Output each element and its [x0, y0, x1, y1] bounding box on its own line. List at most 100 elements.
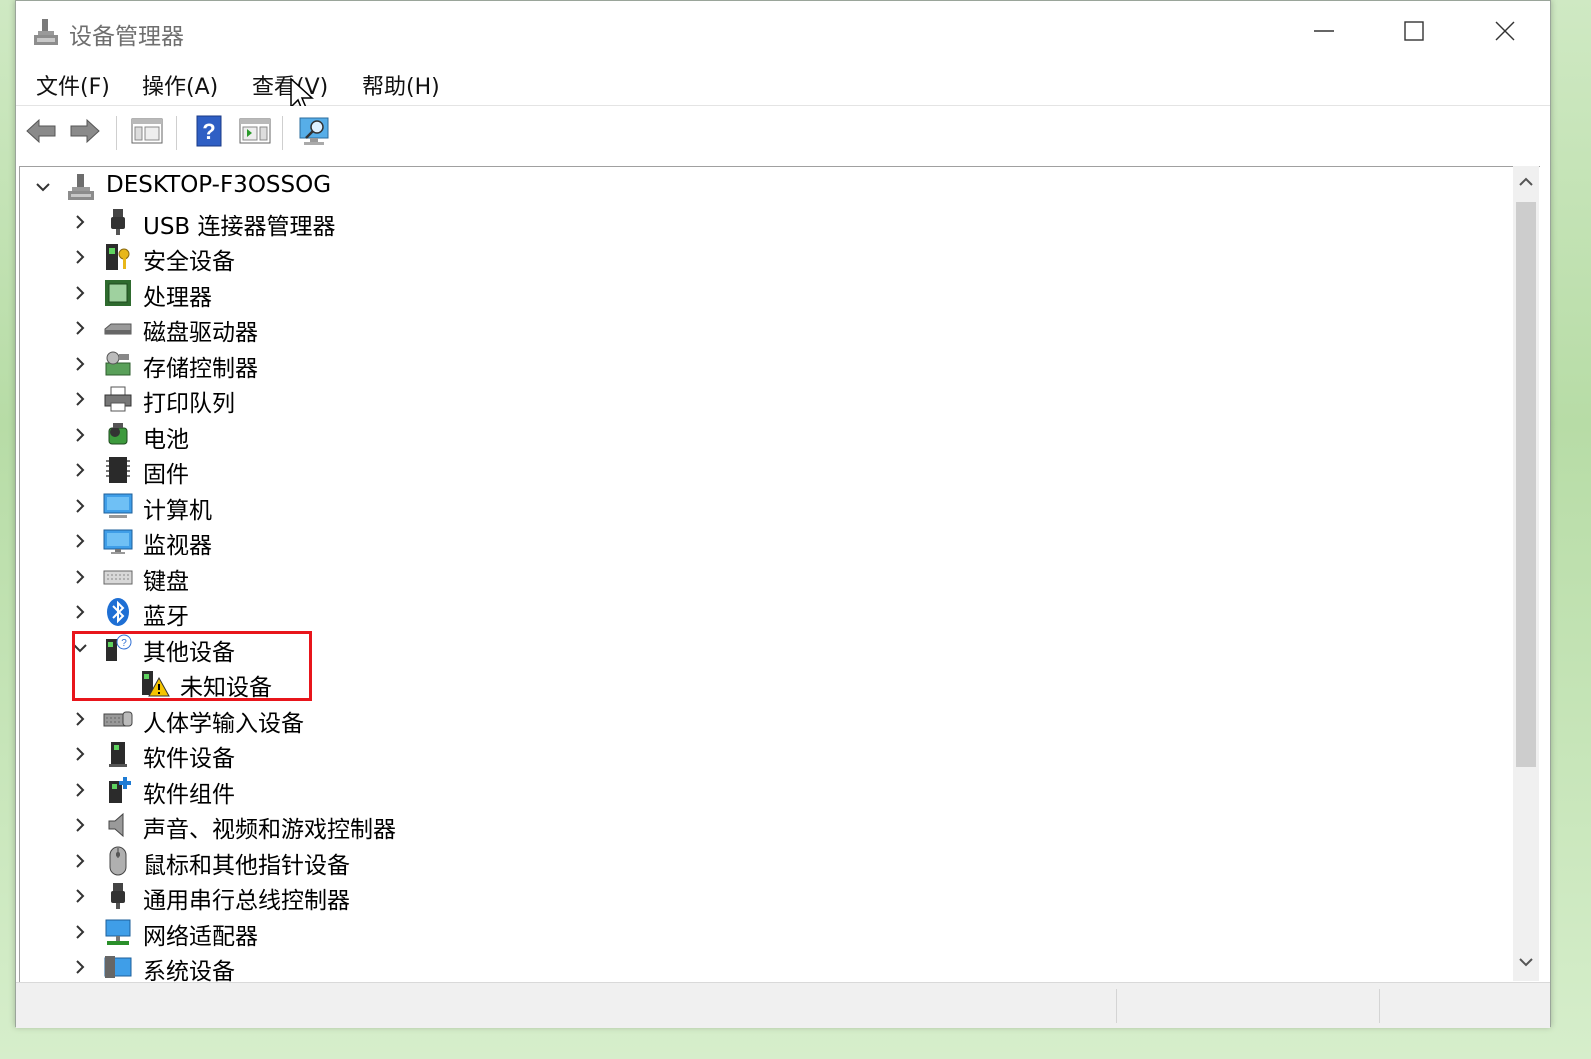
tree-node-hid[interactable]: 人体学输入设备 [20, 702, 820, 737]
mouse-icon [109, 846, 127, 876]
chevron-right-icon[interactable] [72, 214, 88, 230]
chevron-right-icon[interactable] [72, 746, 88, 762]
tree-node-disk-drives[interactable]: 磁盘驱动器 [20, 311, 820, 346]
title-bar[interactable]: 设备管理器 [16, 1, 1550, 63]
vertical-scrollbar[interactable] [1513, 166, 1539, 981]
tree-root-node[interactable]: DESKTOP-F3OSSOG [20, 170, 820, 204]
device-tree[interactable]: DESKTOP-F3OSSOG USB 连接器管理器 安全设备 处理器 磁盘驱动… [19, 166, 1540, 982]
tree-node-label: USB 连接器管理器 [143, 214, 336, 240]
keyboard-icon [103, 570, 133, 585]
software-component-icon [109, 777, 131, 803]
toolbar-separator [282, 116, 283, 150]
chevron-down-icon[interactable] [35, 179, 51, 195]
tree-node-storage-controllers[interactable]: 存储控制器 [20, 347, 820, 382]
tree-root-label: DESKTOP-F3OSSOG [106, 172, 332, 198]
chevron-right-icon[interactable] [72, 249, 88, 265]
menu-action[interactable]: 操作(A) [142, 69, 218, 101]
tree-node-usb-controllers[interactable]: 通用串行总线控制器 [20, 879, 820, 914]
maximize-button[interactable] [1384, 9, 1444, 53]
toolbar: ? [16, 106, 1550, 154]
tree-node-firmware[interactable]: 固件 [20, 453, 820, 488]
tree-node-bluetooth[interactable]: 蓝牙 [20, 595, 820, 630]
scroll-down-icon[interactable] [1518, 956, 1534, 968]
scan-hardware-button[interactable] [298, 114, 332, 148]
device-manager-window: 设备管理器 文件(F) 操作(A) 查看(V) 帮助(H) ? DESKTOP-… [15, 0, 1551, 1028]
chevron-right-icon[interactable] [72, 391, 88, 407]
close-button[interactable] [1475, 9, 1535, 53]
toolbar-separator [116, 116, 117, 150]
chevron-right-icon[interactable] [72, 285, 88, 301]
show-hide-console-tree-button[interactable] [130, 114, 164, 148]
back-icon [26, 118, 56, 144]
chevron-right-icon[interactable] [72, 498, 88, 514]
tree-node-usb-connector[interactable]: USB 连接器管理器 [20, 205, 820, 240]
chevron-right-icon[interactable] [72, 356, 88, 372]
chevron-right-icon[interactable] [72, 569, 88, 585]
usb-controller-icon [111, 883, 125, 909]
chevron-right-icon[interactable] [72, 462, 88, 478]
tree-node-monitors[interactable]: 监视器 [20, 524, 820, 559]
chevron-right-icon[interactable] [72, 604, 88, 620]
minimize-button[interactable] [1294, 9, 1354, 53]
tree-node-label: 处理器 [143, 285, 212, 311]
scrollbar-thumb[interactable] [1516, 202, 1536, 767]
chevron-right-icon[interactable] [72, 533, 88, 549]
tree-node-label: 键盘 [143, 569, 189, 595]
tree-node-print-queues[interactable]: 打印队列 [20, 382, 820, 417]
back-button[interactable] [24, 114, 58, 148]
tree-node-label: 存储控制器 [143, 356, 258, 382]
tree-node-label: 人体学输入设备 [143, 711, 304, 737]
tree-node-label: 软件设备 [143, 746, 235, 772]
forward-button[interactable] [68, 114, 102, 148]
tree-node-label: 监视器 [143, 533, 212, 559]
chevron-right-icon[interactable] [72, 959, 88, 975]
tree-node-label: 网络适配器 [143, 924, 258, 950]
tree-node-label: 安全设备 [143, 249, 235, 275]
chevron-right-icon[interactable] [72, 888, 88, 904]
tree-node-software-components[interactable]: 软件组件 [20, 773, 820, 808]
tree-node-sound-video-game[interactable]: 声音、视频和游戏控制器 [20, 808, 820, 843]
chevron-right-icon[interactable] [72, 817, 88, 833]
tree-node-processors[interactable]: 处理器 [20, 276, 820, 311]
menu-bar: 文件(F) 操作(A) 查看(V) 帮助(H) [16, 63, 1550, 114]
tree-node-label: 打印队列 [143, 391, 235, 417]
tree-node-network-adapters[interactable]: 网络适配器 [20, 915, 820, 950]
chevron-right-icon[interactable] [72, 924, 88, 940]
tree-node-computer[interactable]: 计算机 [20, 489, 820, 524]
minimize-icon [1314, 30, 1334, 32]
tree-node-label: 计算机 [143, 498, 212, 524]
computer-root-icon [68, 174, 94, 200]
battery-icon [108, 423, 128, 445]
tree-node-mice[interactable]: 鼠标和其他指针设备 [20, 844, 820, 879]
toolbar-separator [176, 116, 177, 150]
help-button[interactable]: ? [192, 114, 226, 148]
device-manager-app-icon [34, 19, 58, 45]
tree-node-security-devices[interactable]: 安全设备 [20, 240, 820, 275]
firmware-icon [106, 457, 130, 483]
scan-hardware-icon [299, 117, 329, 145]
svg-text:?: ? [202, 119, 215, 144]
menu-file[interactable]: 文件(F) [36, 69, 110, 101]
hid-icon [103, 711, 133, 727]
monitor-icon [103, 529, 133, 554]
scroll-up-icon[interactable] [1518, 176, 1534, 188]
show-hide-console-tree-icon [131, 118, 163, 144]
chevron-right-icon[interactable] [72, 427, 88, 443]
status-bar [16, 982, 1550, 1028]
chevron-right-icon[interactable] [72, 711, 88, 727]
menu-help[interactable]: 帮助(H) [362, 69, 440, 101]
status-separator [1116, 989, 1117, 1023]
tree-node-keyboards[interactable]: 键盘 [20, 560, 820, 595]
tree-node-label: 磁盘驱动器 [143, 320, 258, 346]
tree-node-software-devices[interactable]: 软件设备 [20, 737, 820, 772]
tree-node-batteries[interactable]: 电池 [20, 418, 820, 453]
network-adapter-icon [105, 919, 131, 945]
chevron-right-icon[interactable] [72, 782, 88, 798]
action-pane-button[interactable] [238, 114, 272, 148]
tree-node-label: 鼠标和其他指针设备 [143, 853, 350, 879]
chevron-right-icon[interactable] [72, 320, 88, 336]
forward-icon [70, 118, 100, 144]
chevron-right-icon[interactable] [72, 853, 88, 869]
tree-node-system-devices[interactable]: 系统设备 [20, 950, 820, 982]
storage-controller-icon [105, 351, 131, 376]
